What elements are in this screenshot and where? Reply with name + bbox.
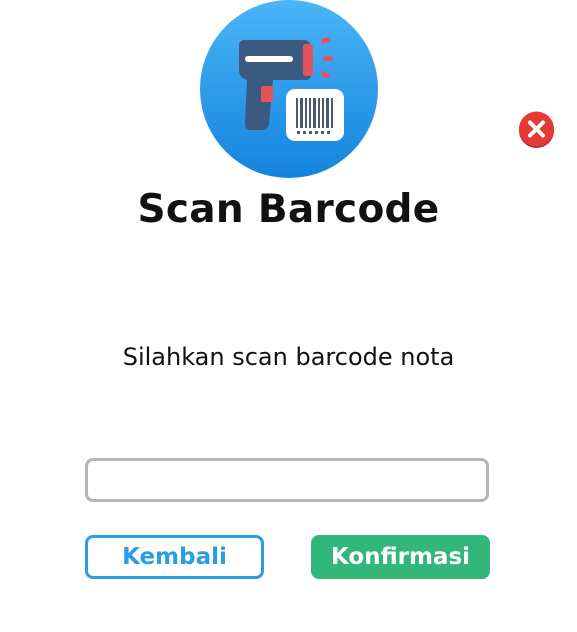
barcode-scanner-icon [199,0,379,180]
back-button-label: Kembali [122,544,227,570]
close-icon [518,111,555,152]
barcode-input[interactable] [85,458,489,502]
close-button[interactable] [518,111,555,148]
scan-instruction: Silahkan scan barcode nota [122,343,455,371]
confirm-button-label: Konfirmasi [330,544,471,570]
scan-barcode-dialog: Scan Barcode Silahkan scan barcode nota … [0,0,577,632]
dialog-title: Scan Barcode [137,187,440,232]
back-button[interactable]: Kembali [85,535,264,579]
confirm-button[interactable]: Konfirmasi [311,535,490,579]
